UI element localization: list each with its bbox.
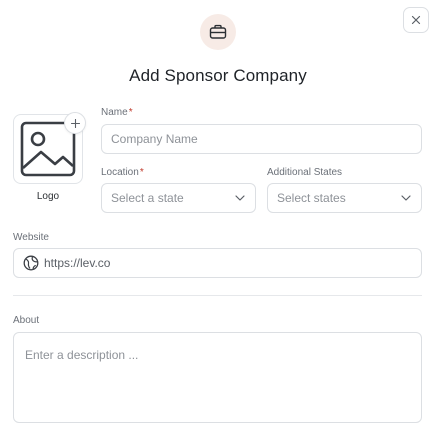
about-label: About <box>13 315 40 326</box>
website-label: Website <box>13 232 49 243</box>
name-label-text: Name <box>101 107 128 118</box>
chevron-down-icon <box>234 192 246 204</box>
about-placeholder: Enter a description ... <box>25 348 139 362</box>
additional-states-label: Additional States <box>267 167 343 178</box>
required-mark: * <box>128 107 133 118</box>
website-input[interactable]: https://lev.co <box>13 248 422 278</box>
plus-icon <box>70 118 80 128</box>
header-icon-badge <box>200 14 236 50</box>
location-placeholder: Select a state <box>111 191 184 205</box>
location-label: Location* <box>101 167 144 178</box>
close-icon <box>411 15 421 25</box>
location-select[interactable]: Select a state <box>101 183 256 213</box>
required-mark: * <box>139 167 144 178</box>
modal-title: Add Sponsor Company <box>129 66 307 85</box>
chevron-down-icon <box>400 192 412 204</box>
company-name-input[interactable]: Company Name <box>101 124 422 154</box>
about-textarea[interactable]: Enter a description ... <box>13 332 422 423</box>
logo-label: Logo <box>36 191 60 202</box>
briefcase-icon <box>209 24 227 39</box>
globe-icon <box>23 255 39 271</box>
additional-states-select[interactable]: Select states <box>267 183 422 213</box>
name-label: Name* <box>101 107 133 118</box>
close-button[interactable] <box>403 7 429 33</box>
location-label-text: Location <box>101 167 139 178</box>
logo-add-button[interactable] <box>64 112 86 134</box>
section-divider <box>13 295 422 296</box>
additional-states-placeholder: Select states <box>277 191 346 205</box>
website-value: https://lev.co <box>44 256 111 270</box>
company-name-placeholder: Company Name <box>111 132 198 146</box>
